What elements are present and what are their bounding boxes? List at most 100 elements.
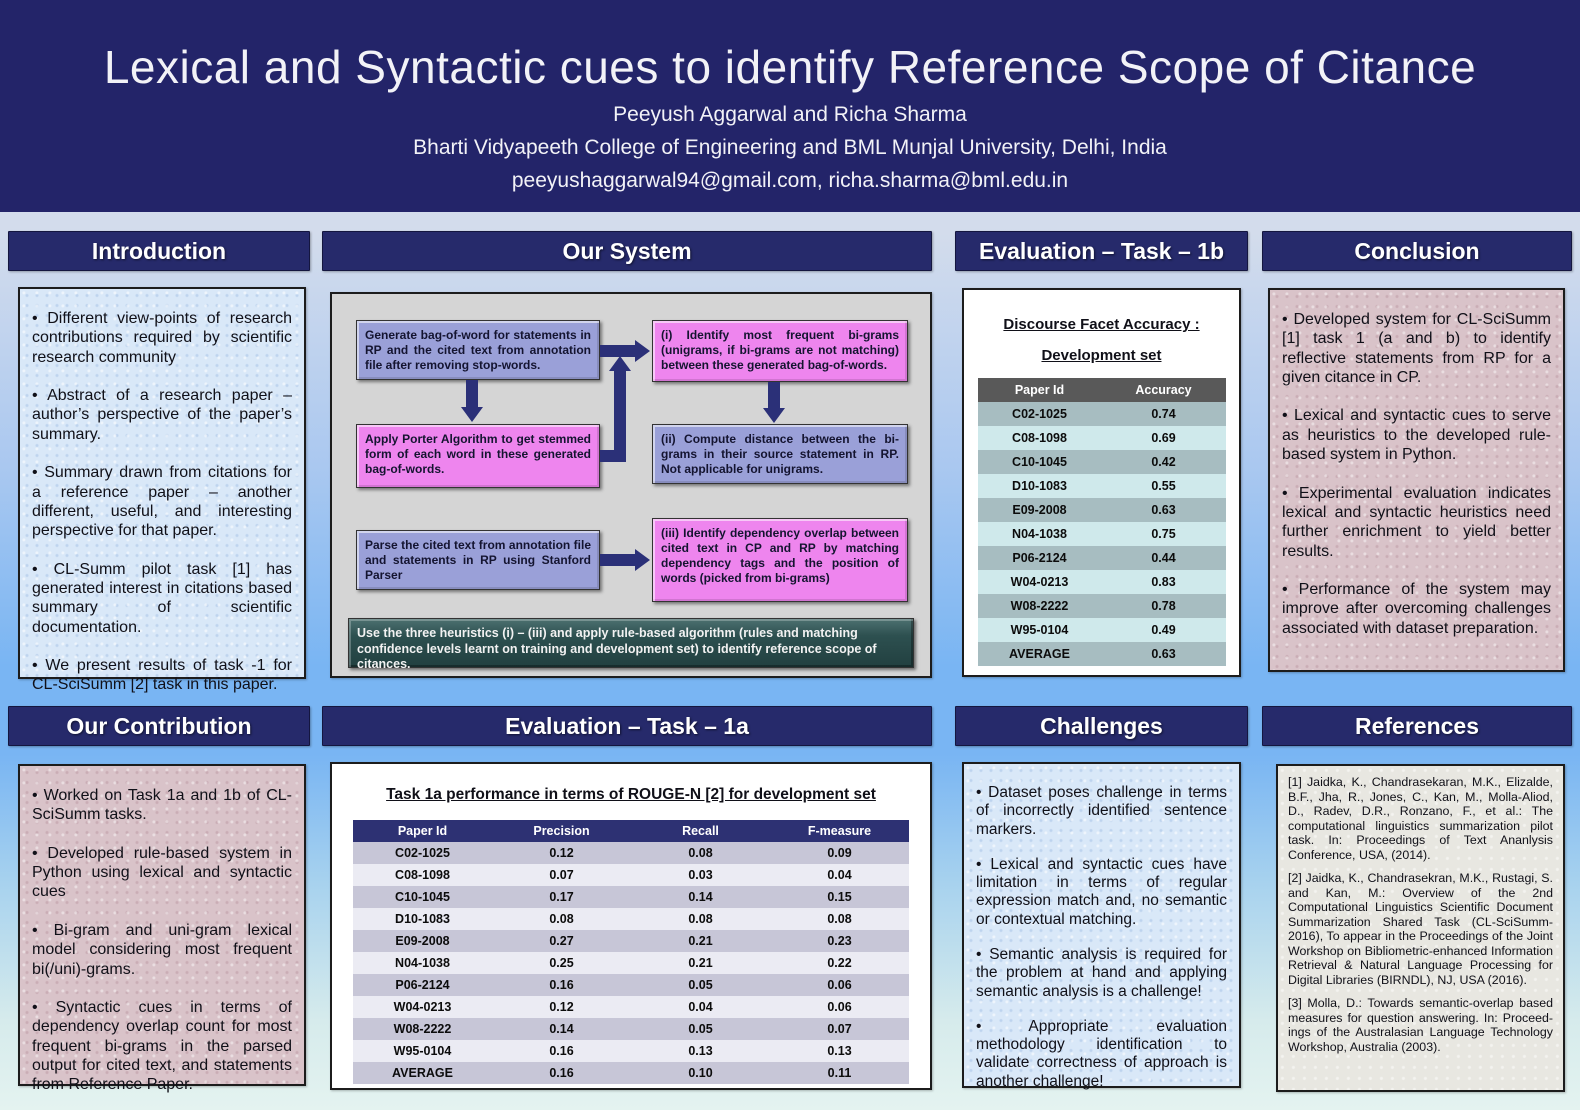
table-row: W08-22220.78 [978,594,1226,618]
table-cell: 0.42 [1102,450,1226,474]
bullet-item: [3] Molla, D.: Towards semantic-overlap … [1288,996,1553,1054]
bullet-item: Developed rule-based system in Python us… [32,844,292,902]
table-cell: 0.17 [492,886,631,908]
table-cell: 0.75 [1102,522,1226,546]
table-cell: 0.11 [770,1062,909,1084]
table-header-cell: Precision [492,820,631,842]
section-header-our-system: Our System [322,231,932,271]
bullet-item: Summary drawn from citations for a refer… [32,463,292,540]
challenges-box: Dataset poses challenge in terms of inco… [962,762,1241,1088]
flow-box-porter: Apply Porter Algorithm to get stemmed fo… [356,424,600,488]
table-row: W04-02130.83 [978,570,1226,594]
poster-authors: Peeyush Aggarwal and Richa Sharma [0,103,1580,127]
evaluation-1b-box: Discourse Facet Accuracy : Development s… [962,288,1241,677]
table-cell: C10-1045 [978,450,1102,474]
table-row: W08-22220.140.050.07 [353,1018,909,1040]
table-1b-title-line2: Development set [964,347,1239,364]
table-cell: C02-1025 [978,402,1102,426]
table-cell: 0.21 [631,930,770,952]
table-header-cell: Accuracy [1102,378,1226,402]
table-cell: P06-2124 [978,546,1102,570]
table-row: E09-20080.270.210.23 [353,930,909,952]
table-cell: C02-1025 [353,842,492,864]
table-cell: 0.08 [492,908,631,930]
arrowhead-down-icon [763,408,785,423]
bullet-item: We present results of task -1 for CL-Sci… [32,656,292,695]
table-row: D10-10830.080.080.08 [353,908,909,930]
table-cell: 0.22 [770,952,909,974]
table-header-row: Paper Id Accuracy [978,378,1226,402]
bullet-item: Semantic analysis is required for the pr… [976,946,1227,1001]
table-cell: D10-1083 [353,908,492,930]
table-row: AVERAGE0.160.100.11 [353,1062,909,1084]
section-header-introduction: Introduction [8,231,310,271]
table-cell: C10-1045 [353,886,492,908]
table-cell: C08-1098 [978,426,1102,450]
table-1a-title: Task 1a performance in terms of ROUGE-N … [332,786,930,804]
table-cell: 0.06 [770,974,909,996]
our-system-box: Generate bag-of-word for statements in R… [330,292,932,678]
table-cell: 0.25 [492,952,631,974]
table-cell: 0.13 [631,1040,770,1062]
table-cell: 0.16 [492,1062,631,1084]
table-cell: 0.05 [631,1018,770,1040]
poster-affiliation: Bharti Vidyapeeth College of Engineering… [0,136,1580,160]
table-cell: E09-2008 [978,498,1102,522]
table-cell: 0.08 [631,842,770,864]
bullet-item: Performance of the system may improve af… [1282,580,1551,638]
section-header-references: References [1262,706,1572,746]
table-cell: W04-0213 [353,996,492,1018]
bullet-item: Lexical and syntactic cues to serve as h… [1282,406,1551,464]
arrow-a-to-c [466,380,478,408]
arrowhead-down-icon [461,407,483,422]
table-cell: 0.16 [492,974,631,996]
table-header-cell: F-measure [770,820,909,842]
table-header-cell: Recall [631,820,770,842]
flow-box-rule-based: Use the three heuristics (i) – (iii) and… [348,618,914,668]
table-row: W95-01040.160.130.13 [353,1040,909,1062]
table-cell: 0.07 [770,1018,909,1040]
poster-emails: peeyushaggarwal94@gmail.com, richa.sharm… [0,169,1580,193]
table-cell: W08-2222 [353,1018,492,1040]
table-row: C10-10450.170.140.15 [353,886,909,908]
flow-box-bagofwords: Generate bag-of-word for statements in R… [356,320,600,380]
table-row: P06-21240.44 [978,546,1226,570]
table-cell: 0.21 [631,952,770,974]
table-cell: 0.44 [1102,546,1226,570]
table-cell: 0.15 [770,886,909,908]
table-header-row: Paper Id Precision Recall F-measure [353,820,909,842]
bullet-item: Worked on Task 1a and 1b of CL-SciSumm t… [32,786,292,825]
banner: Lexical and Syntactic cues to identify R… [0,0,1580,212]
arrow-e-to-f [600,554,636,566]
table-cell: 0.14 [492,1018,631,1040]
arrow-c-up-bar [614,370,626,462]
table-cell: 0.14 [631,886,770,908]
table-cell: AVERAGE [978,642,1102,666]
table-row: AVERAGE0.63 [978,642,1226,666]
table-1a-body: C02-10250.120.080.09C08-10980.070.030.04… [353,842,909,1084]
arrowhead-up-icon [609,356,631,371]
table-1b-body: C02-10250.74C08-10980.69C10-10450.42D10-… [978,402,1226,666]
table-row: P06-21240.160.050.06 [353,974,909,996]
bullet-item: Dataset poses challenge in terms of inco… [976,784,1227,839]
table-cell: 0.23 [770,930,909,952]
table-cell: N04-1038 [353,952,492,974]
table-header-cell: Paper Id [353,820,492,842]
table-cell: 0.63 [1102,498,1226,522]
bullet-item: Different view-points of research contri… [32,309,292,367]
section-header-conclusion: Conclusion [1262,231,1572,271]
table-cell: 0.69 [1102,426,1226,450]
table-cell: AVERAGE [353,1062,492,1084]
poster-title: Lexical and Syntactic cues to identify R… [0,40,1580,94]
table-cell: 0.05 [631,974,770,996]
table-header-cell: Paper Id [978,378,1102,402]
bullet-item: Syntactic cues in terms of dependency ov… [32,998,292,1095]
table-cell: 0.04 [770,864,909,886]
bullet-item: Appropriate evaluation methodology ident… [976,1018,1227,1091]
table-cell: 0.13 [770,1040,909,1062]
table-1b-title-line1: Discourse Facet Accuracy : [964,316,1239,333]
bullet-item: Experimental evaluation indicates lexica… [1282,484,1551,561]
table-row: D10-10830.55 [978,474,1226,498]
table-cell: W08-2222 [978,594,1102,618]
table-cell: 0.03 [631,864,770,886]
